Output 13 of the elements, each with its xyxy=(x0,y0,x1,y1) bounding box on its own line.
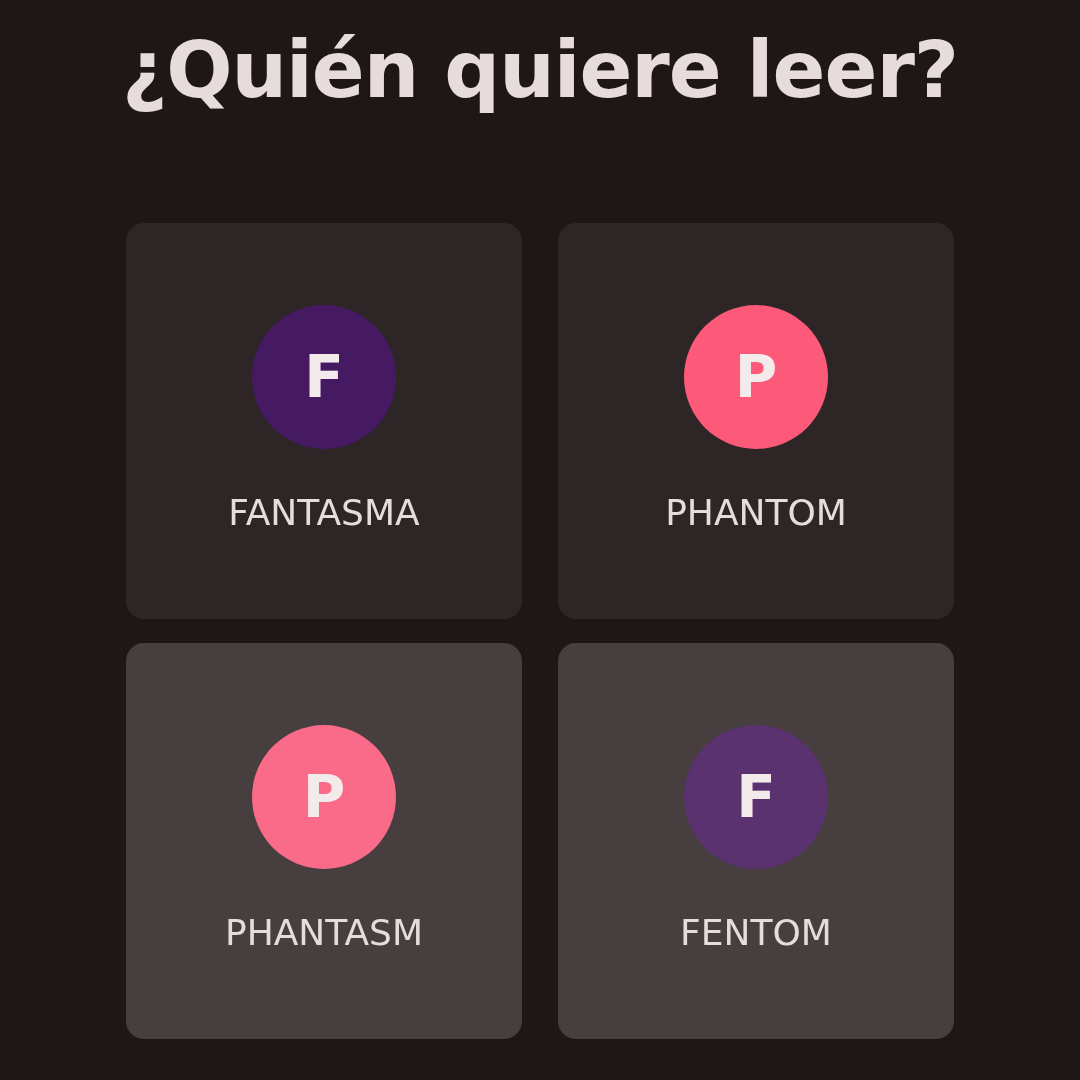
profile-name: FANTASMA xyxy=(228,491,420,535)
profile-card[interactable]: P PHANTASM xyxy=(126,643,522,1039)
page-title: ¿Quién quiere leer? xyxy=(121,24,959,117)
profile-card[interactable]: P PHANTOM xyxy=(558,223,954,619)
avatar: F xyxy=(684,725,828,869)
avatar: F xyxy=(252,305,396,449)
profile-card[interactable]: F FENTOM xyxy=(558,643,954,1039)
profile-name: PHANTASM xyxy=(224,911,424,955)
avatar: P xyxy=(252,725,396,869)
profile-name: FENTOM xyxy=(680,911,832,955)
avatar: P xyxy=(684,305,828,449)
profile-name: PHANTOM xyxy=(665,491,847,535)
profile-card[interactable]: F FANTASMA xyxy=(126,223,522,619)
